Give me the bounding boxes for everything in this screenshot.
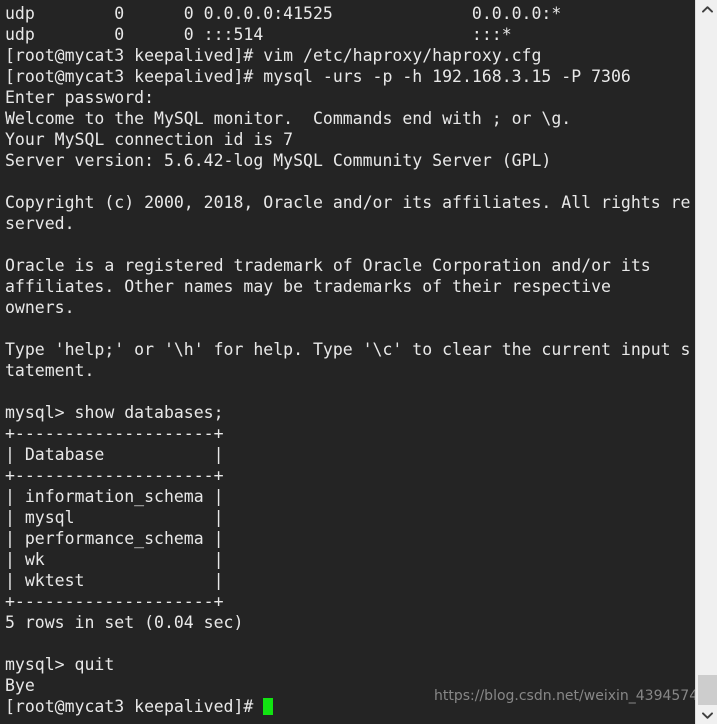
- terminal-line: | wk |: [5, 550, 224, 569]
- terminal-line: | performance_schema |: [5, 529, 224, 548]
- terminal-prompt-line: [root@mycat3 keepalived]#: [5, 696, 695, 717]
- terminal-line: +--------------------+: [5, 592, 224, 611]
- chevron-down-icon: [701, 711, 713, 719]
- terminal-line: tatement.: [5, 361, 95, 380]
- terminal-window: udp 0 0 0.0.0.0:41525 0.0.0.0:* udp 0 0 :…: [0, 0, 717, 724]
- terminal-line: Enter password:: [5, 88, 155, 107]
- scrollbar-thumb[interactable]: [698, 675, 717, 705]
- terminal-line: Copyright (c) 2000, 2018, Oracle and/or …: [5, 193, 691, 212]
- terminal-line: mysql> quit: [5, 655, 115, 674]
- scroll-down-button[interactable]: [696, 706, 717, 724]
- terminal-screen[interactable]: udp 0 0 0.0.0.0:41525 0.0.0.0:* udp 0 0 :…: [0, 0, 695, 724]
- terminal-output: udp 0 0 0.0.0.0:41525 0.0.0.0:* udp 0 0 :…: [0, 0, 695, 717]
- terminal-line: Oracle is a registered trademark of Orac…: [5, 256, 651, 275]
- terminal-line: owners.: [5, 298, 75, 317]
- terminal-line: | information_schema |: [5, 487, 224, 506]
- scrollbar-track[interactable]: [696, 18, 717, 706]
- terminal-line: Your MySQL connection id is 7: [5, 130, 294, 149]
- terminal-line: +--------------------+: [5, 424, 224, 443]
- shell-prompt: [root@mycat3 keepalived]#: [5, 697, 264, 716]
- text-cursor: [263, 698, 274, 715]
- terminal-line: | wktest |: [5, 571, 224, 590]
- vertical-scrollbar[interactable]: [695, 0, 717, 724]
- terminal-line: Type 'help;' or '\h' for help. Type '\c'…: [5, 340, 691, 359]
- terminal-line: Bye: [5, 676, 35, 695]
- chevron-up-icon: [701, 5, 713, 13]
- terminal-line: udp 0 0 :::514 :::*: [5, 25, 512, 44]
- terminal-line: Welcome to the MySQL monitor. Commands e…: [5, 109, 572, 128]
- terminal-line: [root@mycat3 keepalived]# mysql -urs -p …: [5, 67, 631, 86]
- terminal-line: mysql> show databases;: [5, 403, 224, 422]
- terminal-line: | mysql |: [5, 508, 224, 527]
- terminal-line: Server version: 5.6.42-log MySQL Communi…: [5, 151, 552, 170]
- terminal-line: served.: [5, 214, 75, 233]
- terminal-line: 5 rows in set (0.04 sec): [5, 613, 244, 632]
- terminal-line: +--------------------+: [5, 466, 224, 485]
- terminal-line: | Database |: [5, 445, 224, 464]
- terminal-line: [root@mycat3 keepalived]# vim /etc/hapro…: [5, 46, 542, 65]
- terminal-line: udp 0 0 0.0.0.0:41525 0.0.0.0:*: [5, 4, 562, 23]
- scroll-up-button[interactable]: [696, 0, 717, 18]
- terminal-line: affiliates. Other names may be trademark…: [5, 277, 611, 296]
